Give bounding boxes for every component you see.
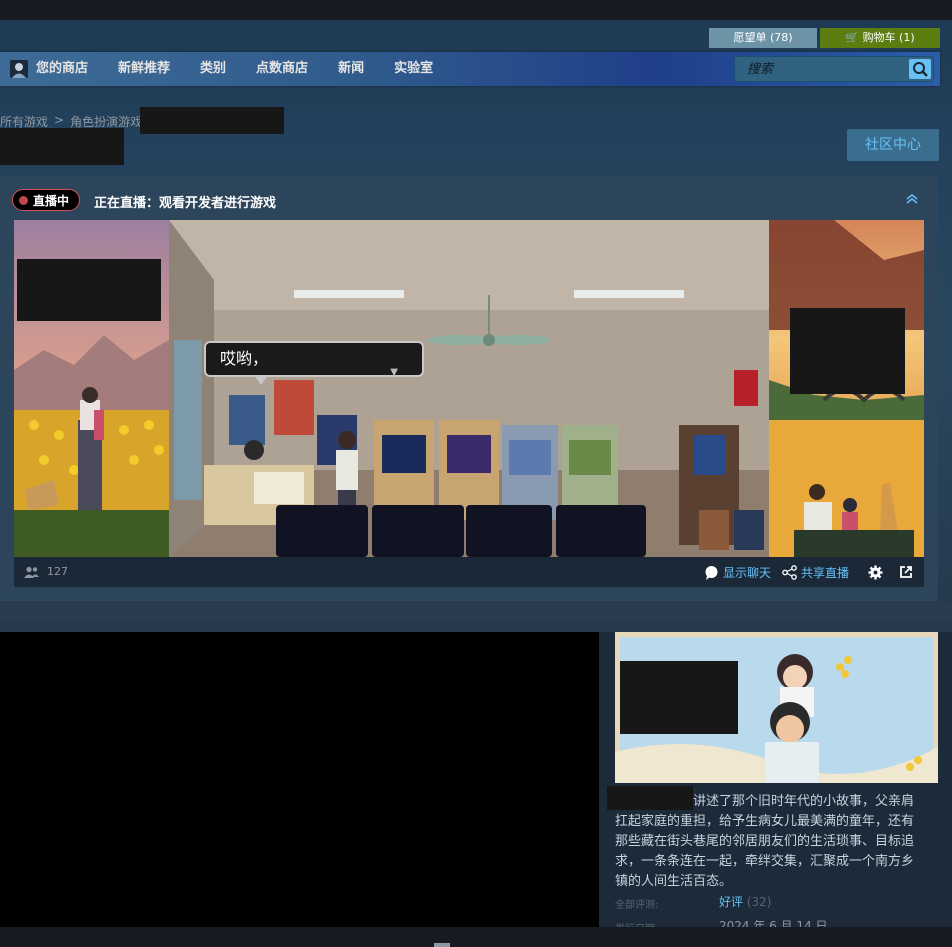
cart-label: 购物车 (1) [862,31,915,44]
bottom-handle [434,943,450,947]
broadcast-section: 直播中 正在直播：观看开发者进行游戏 哎哟， ▼ 127 显示聊天 共享直播 [0,175,938,601]
top-strip [0,0,952,20]
video-controls: 127 显示聊天 共享直播 [14,557,924,587]
nav-new-noteworthy[interactable]: 新鲜推荐 [118,52,170,86]
nav-items: 您的商店 新鲜推荐 类别 点数商店 新闻 实验室 [36,52,463,86]
wishlist-button[interactable]: 愿望单 (78) [709,28,817,48]
game-info-panel: 讲述了那个旧时年代的小故事，父亲肩扛起家庭的重担，给予生病女儿最美满的童年，还有… [599,632,952,935]
review-summary[interactable]: 好评 (32) [719,893,771,910]
redacted-game-title [0,128,124,165]
nav-points-shop[interactable]: 点数商店 [256,52,308,86]
redacted-overlay-right [790,308,905,394]
user-avatar-icon[interactable] [10,60,28,78]
cart-bar: 愿望单 (78) 🛒 购物车 (1) [709,28,940,48]
cart-button[interactable]: 🛒 购物车 (1) [820,28,940,48]
search-input[interactable] [735,57,905,81]
game-dialog-bubble: 哎哟， ▼ [204,341,424,378]
viewer-count: 127 [47,565,68,578]
dialog-continue-icon: ▼ [390,367,398,378]
redacted-overlay-left [17,259,161,321]
viewers-icon [24,566,39,578]
chat-bubble-icon [705,566,718,580]
nav-labs[interactable]: 实验室 [394,52,433,86]
live-badge-label: 直播中 [33,193,70,208]
section-divider [0,602,952,632]
community-hub-button[interactable]: 社区中心 [847,129,939,161]
cart-icon: 🛒 [845,31,860,44]
share-broadcast-button[interactable]: 共享直播 [782,564,849,581]
show-chat-label: 显示聊天 [723,566,772,580]
store-nav: 您的商店 新鲜推荐 类别 点数商店 新闻 实验室 [0,52,940,86]
search-box [734,56,934,82]
redacted-breadcrumb-item [140,107,284,134]
review-rating: 好评 [719,895,744,909]
collapse-chevron-icon[interactable] [905,193,919,205]
show-chat-button[interactable]: 显示聊天 [704,564,771,581]
search-icon [913,62,928,77]
dialog-tail [254,375,268,385]
game-dialog-text: 哎哟， [220,349,269,368]
live-dot-icon [19,195,28,205]
game-description: 讲述了那个旧时年代的小故事，父亲肩扛起家庭的重担，给予生病女儿最美满的童年，还有… [615,794,915,889]
redacted-capsule-logo [620,661,738,734]
nav-news[interactable]: 新闻 [338,52,364,86]
trailer-player[interactable] [0,632,599,927]
settings-gear-icon[interactable] [868,565,883,580]
broadcast-title: 正在直播：观看开发者进行游戏 [94,196,277,211]
external-link-icon[interactable] [899,565,913,579]
review-count: (32) [746,895,772,909]
share-label: 共享直播 [801,566,850,580]
search-button[interactable] [909,59,931,79]
share-icon [782,565,797,580]
nav-categories[interactable]: 类别 [200,52,226,86]
review-label: 全部评测: [615,900,659,911]
live-badge: 直播中 [12,189,80,211]
bottom-bar [0,927,952,947]
nav-your-store[interactable]: 您的商店 [36,52,88,86]
